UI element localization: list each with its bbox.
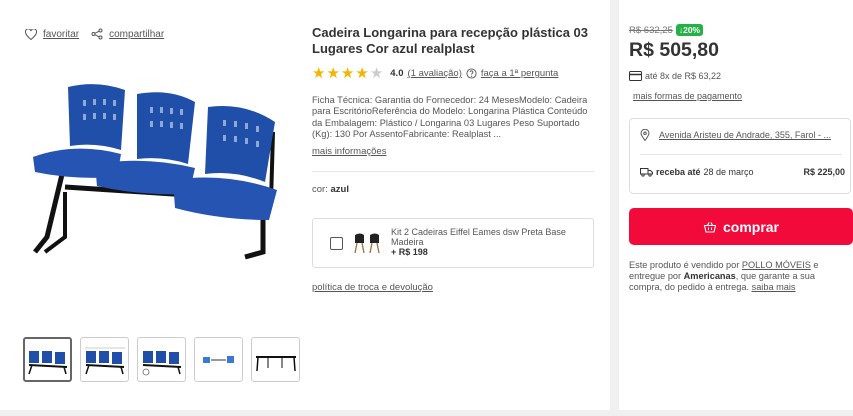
review-count-link[interactable]: (1 avaliação) [407,68,461,79]
share-button[interactable]: compartilhar [91,28,164,40]
delivery-estimate: receba até 28 de março R$ 225,00 [640,167,845,177]
star-empty-icon: ★ [369,65,384,82]
color-value: azul [330,184,349,196]
divider [312,171,594,173]
delivery-address[interactable]: Avenida Aristeu de Andrade, 355, Farol -… [659,130,831,140]
thumbnail-4[interactable] [194,337,243,382]
discount-value: 20% [683,25,701,35]
learn-more-link[interactable]: saiba mais [752,282,796,292]
installments: até 8x de R$ 63,22 [629,71,721,81]
kit-text: Kit 2 Cadeiras Eiffel Eames dsw Preta Ba… [391,227,586,257]
old-price: R$ 632,25 [629,24,673,36]
thumbnail-1[interactable] [23,337,72,382]
buy-label: comprar [722,218,780,235]
purchase-card: R$ 632,25 ↓20% R$ 505,80 até 8x de R$ 63… [619,0,853,410]
favorite-button[interactable]: favoritar [25,28,79,40]
address-row[interactable]: Avenida Aristeu de Andrade, 355, Farol -… [640,129,831,141]
deliverer-name: Americanas [683,271,736,281]
rating-stars: ★ ★ ★ ★ ★ [312,66,383,81]
return-policy-link[interactable]: política de troca e devolução [312,282,433,293]
star-icon: ★ [340,65,355,82]
receive-label: receba até [656,167,701,177]
product-actions: favoritar compartilhar [25,28,164,40]
heart-icon [25,28,37,40]
installments-text: até 8x de R$ 63,22 [645,71,722,81]
thumbnail-strip [23,337,300,382]
product-main-image[interactable] [25,62,297,302]
more-info-link[interactable]: mais informações [312,146,594,157]
share-icon [91,28,103,40]
kit-image [354,233,380,254]
divider [640,154,842,155]
kit-name: Kit 2 Cadeiras Eiffel Eames dsw Preta Ba… [391,227,566,247]
thumbnail-5[interactable] [251,337,300,382]
receive-date: 28 de março [703,167,754,177]
product-card: favoritar compartilhar Cadeira Longarina… [0,0,610,410]
seller-link[interactable]: POLLO MÓVEIS [742,260,811,270]
thumbnail-3[interactable] [137,337,186,382]
rating-value: 4.0 [390,68,404,79]
old-price-row: R$ 632,25 ↓20% [629,24,704,36]
star-icon: ★ [326,65,340,82]
payment-options-link[interactable]: mais formas de pagamento [633,91,742,101]
location-pin-icon [640,129,650,141]
delivery-estimate-date: receba até 28 de março [640,167,754,177]
product-info: Cadeira Longarina para recepção plástica… [312,25,594,195]
rating-row: ★ ★ ★ ★ ★ 4.0 (1 avaliação) faça a 1ª pe… [312,66,594,81]
ask-question-link[interactable]: faça a 1ª pergunta [481,68,558,79]
basket-icon [703,221,717,233]
question-icon [466,68,477,79]
buy-button[interactable]: comprar [629,208,853,245]
current-price: R$ 505,80 [629,39,719,61]
seller-info: Este produto é vendido por POLLO MÓVEIS … [629,260,844,293]
shipping-price: R$ 225,00 [803,167,845,177]
color-selector: cor: azul [312,184,594,195]
product-title: Cadeira Longarina para recepção plástica… [312,25,589,56]
favorite-label: favoritar [43,28,80,40]
thumbnail-2[interactable] [80,337,129,382]
discount-badge: ↓20% [675,24,704,36]
share-label: compartilhar [109,28,165,40]
product-description: Ficha Técnica: Garantia do Fornecedor: 2… [312,95,588,139]
product-page: favoritar compartilhar Cadeira Longarina… [0,0,853,416]
truck-icon [640,168,653,177]
kit-price: + R$ 198 [391,247,428,257]
kit-offer[interactable]: Kit 2 Cadeiras Eiffel Eames dsw Preta Ba… [312,218,594,268]
color-label: cor: [312,184,328,196]
star-icon: ★ [312,65,326,82]
card-icon [629,71,642,81]
seller-prefix: Este produto é vendido por [629,260,740,270]
delivery-box: Avenida Aristeu de Andrade, 355, Farol -… [629,118,851,194]
star-icon: ★ [355,65,369,82]
kit-checkbox[interactable] [330,237,343,250]
